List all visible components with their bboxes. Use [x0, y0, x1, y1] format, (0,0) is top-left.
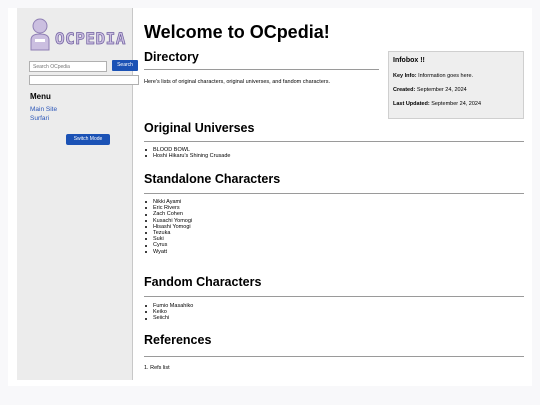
- infobox-last-updated: Last Updated: September 24, 2024: [393, 101, 481, 107]
- divider: [144, 296, 524, 297]
- last-updated-label: Last Updated:: [393, 101, 430, 107]
- infobox: Infobox !! Key Info: Information goes he…: [388, 51, 524, 119]
- standalone-characters-list: Nikki Ayami Eric Rivers Zach Cohen Kusac…: [144, 199, 192, 255]
- divider: [144, 141, 524, 142]
- key-info-value: Information goes here.: [418, 73, 474, 79]
- list-item: Seiichi: [144, 315, 193, 321]
- last-updated-value: September 24, 2024: [431, 101, 482, 107]
- original-universes-list: BLOOD BOWL Hoshi Hikaru's Shining Crusad…: [144, 147, 230, 159]
- reference-item: 1. Refs list: [144, 365, 170, 371]
- divider: [144, 193, 524, 194]
- directory-heading: Directory: [144, 50, 199, 64]
- created-label: Created:: [393, 87, 416, 93]
- search-button[interactable]: Search: [112, 60, 138, 71]
- references-heading: References: [144, 333, 212, 347]
- fandom-characters-list: Fumio Masahiko Keiko Seiichi: [144, 303, 193, 322]
- page-title: Welcome to OCpedia!: [144, 22, 330, 42]
- original-universes-heading: Original Universes: [144, 121, 255, 135]
- list-item: Wyatt: [144, 249, 192, 255]
- infobox-key-info: Key Info: Information goes here.: [393, 73, 473, 79]
- switch-mode-button[interactable]: Switch Mode: [66, 134, 110, 145]
- key-info-label: Key Info:: [393, 73, 417, 79]
- page: OCPEDIA Search Menu Main Site Surfari Sw…: [8, 8, 532, 386]
- menu-link-main-site[interactable]: Main Site: [30, 106, 57, 113]
- fandom-characters-heading: Fandom Characters: [144, 275, 262, 289]
- menu-link-surfari[interactable]: Surfari: [30, 115, 49, 122]
- infobox-title: Infobox !!: [393, 57, 425, 64]
- ocpedia-logo[interactable]: OCPEDIA: [29, 17, 133, 51]
- empty-input-box[interactable]: [29, 75, 139, 85]
- menu-heading: Menu: [30, 92, 51, 101]
- person-icon: [30, 18, 50, 51]
- divider: [144, 356, 524, 357]
- divider: [144, 69, 379, 70]
- standalone-characters-heading: Standalone Characters: [144, 172, 281, 186]
- list-item: Hoshi Hikaru's Shining Crusade: [144, 153, 230, 159]
- logo-text: OCPEDIA: [55, 29, 126, 48]
- search-input[interactable]: [29, 61, 107, 72]
- created-value: September 24, 2024: [416, 87, 467, 93]
- sidebar: OCPEDIA Search Menu Main Site Surfari Sw…: [17, 8, 139, 380]
- directory-text: Here's lists of original characters, ori…: [144, 79, 330, 85]
- infobox-created: Created: September 24, 2024: [393, 87, 467, 93]
